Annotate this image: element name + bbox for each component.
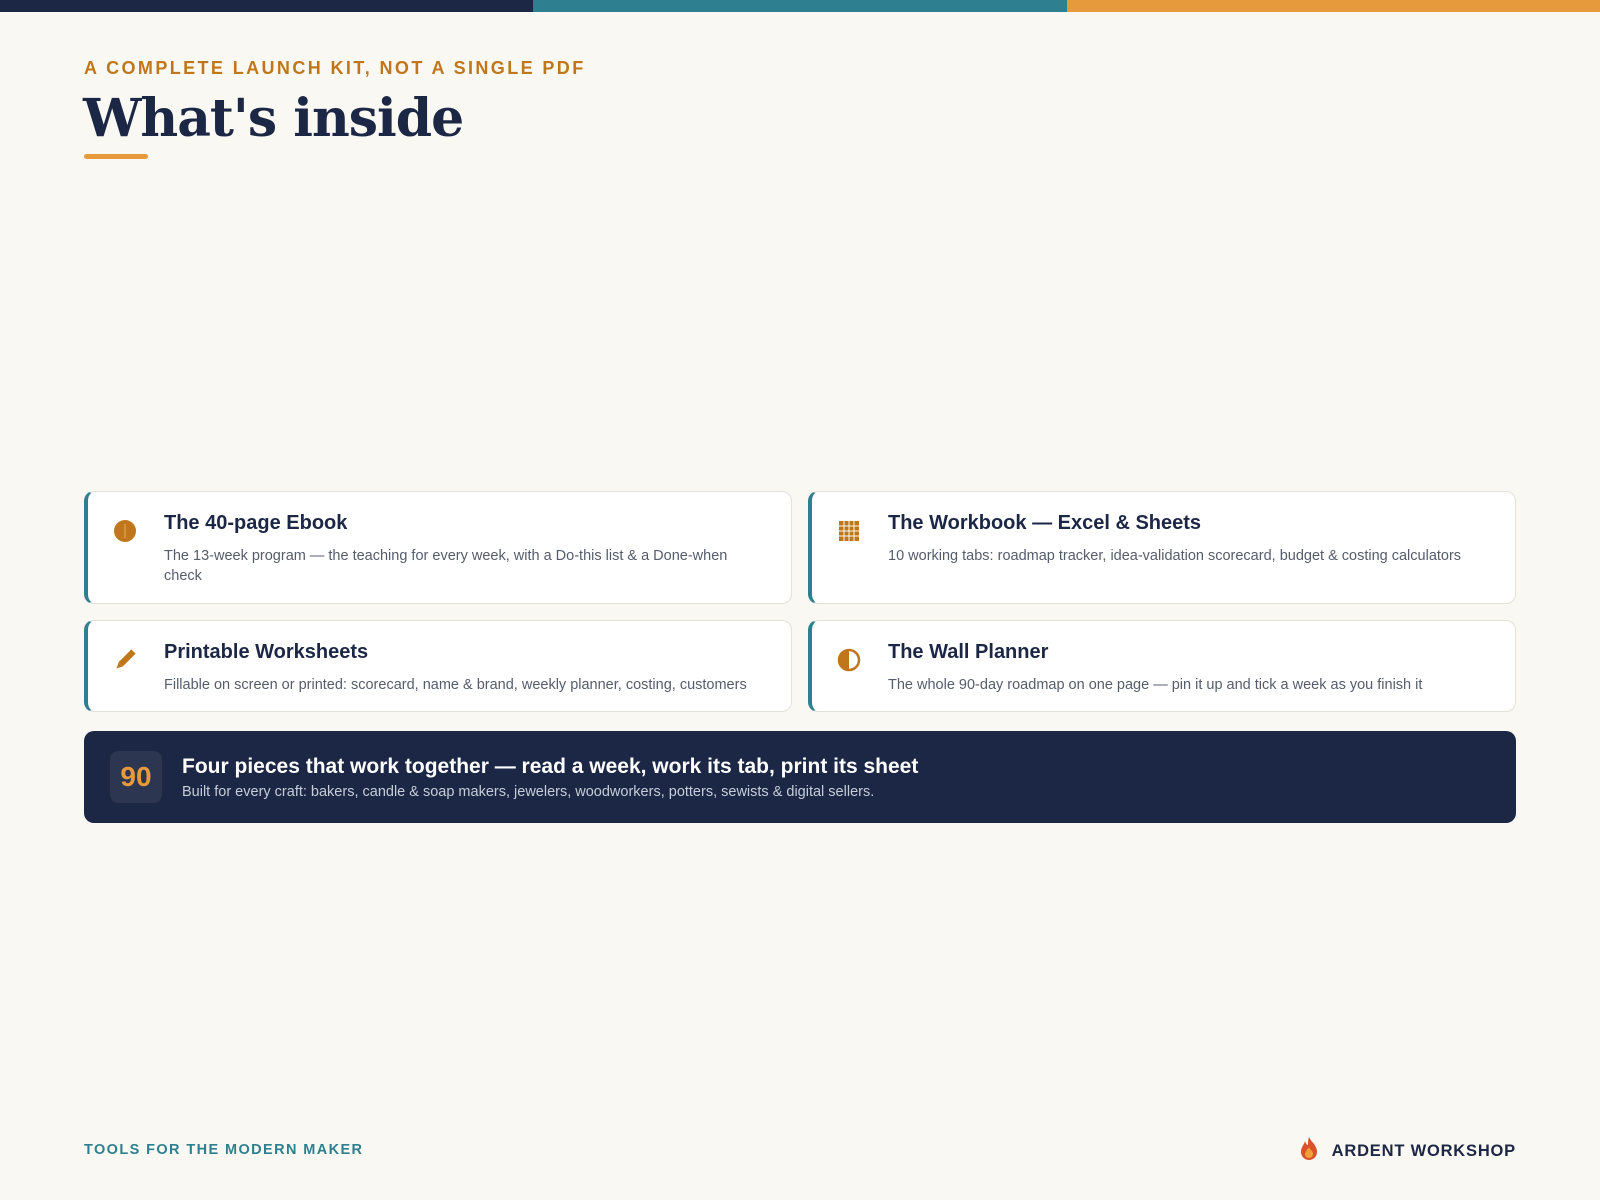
banner-title: Four pieces that work together — read a … [182,755,919,778]
summary-banner: 90 Four pieces that work together — read… [84,731,1516,823]
card-title: Printable Worksheets [164,641,369,663]
footer-tagline: TOOLS FOR THE MODERN MAKER [84,1142,364,1158]
card-description: The 13-week program — the teaching for e… [164,548,728,584]
card-description: The whole 90-day roadmap on one page — p… [888,677,1423,693]
banner-subtitle: Built for every craft: bakers, candle & … [182,784,875,800]
pencil-icon [112,647,138,673]
eyebrow-label: A COMPLETE LAUNCH KIT, NOT A SINGLE PDF [84,58,586,78]
card-ebook: The 40-page Ebook The 13-week program — … [84,491,792,604]
top-bar-navy-segment [0,0,534,12]
card-worksheets: Printable Worksheets Fillable on screen … [84,620,792,712]
card-workbook: The Workbook — Excel & Sheets 10 working… [808,491,1516,604]
ebook-icon [112,518,138,544]
half-circle-icon [836,647,862,673]
title-underline [84,154,148,159]
top-bar-teal-segment [533,0,1067,12]
card-wall-planner: The Wall Planner The whole 90-day roadma… [808,620,1516,712]
spreadsheet-grid-icon [836,518,862,544]
footer-brand: ARDENT WORKSHOP [1298,1136,1516,1167]
flame-logo-icon [1298,1136,1320,1167]
brand-name: ARDENT WORKSHOP [1331,1142,1516,1160]
card-title: The Workbook — Excel & Sheets [888,512,1202,534]
card-title: The Wall Planner [888,641,1049,663]
card-description: Fillable on screen or printed: scorecard… [164,677,747,693]
page-title: What's inside [83,88,464,149]
card-title: The 40-page Ebook [164,512,348,534]
card-description: 10 working tabs: roadmap tracker, idea-v… [888,548,1462,564]
day-count-badge: 90 [110,751,162,803]
top-bar-orange-segment [1066,0,1600,12]
top-color-bar [0,0,1600,12]
